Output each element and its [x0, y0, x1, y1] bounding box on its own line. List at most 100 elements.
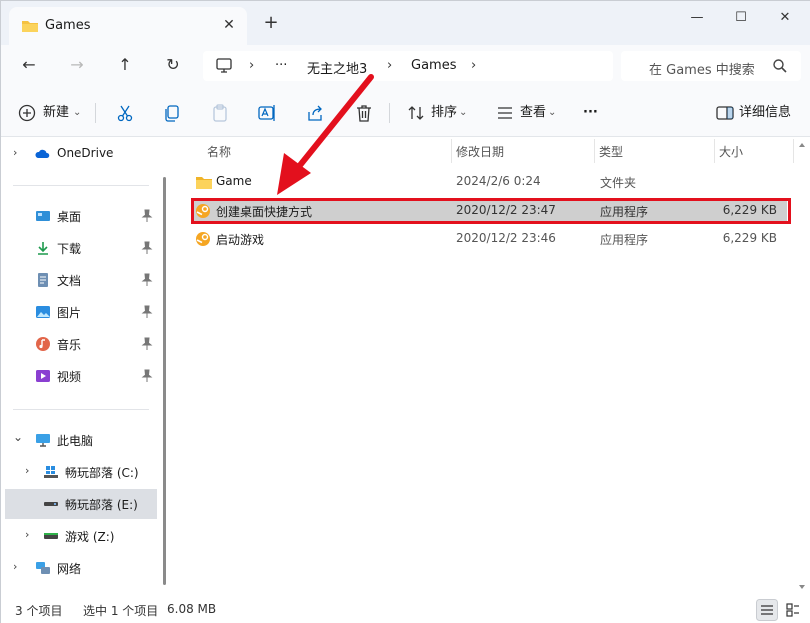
sidebar-item-this-pc[interactable]: ⌄ 此电脑 — [1, 425, 161, 455]
pin-icon[interactable] — [141, 305, 153, 319]
chevron-right-icon: › — [471, 58, 477, 73]
view-icon — [498, 107, 512, 119]
sidebar-item-network[interactable]: › 网络 — [1, 553, 161, 583]
column-divider[interactable] — [793, 139, 794, 163]
table-row[interactable]: 启动游戏 2020/12/2 23:46 应用程序 6,229 KB — [191, 227, 787, 251]
document-icon — [38, 273, 48, 287]
search-input[interactable]: 在 Games 中搜索 — [649, 59, 755, 78]
chevron-right-icon[interactable]: › — [13, 560, 17, 573]
sidebar-item-music[interactable]: 音乐 — [1, 329, 161, 359]
chevron-right-icon: › — [249, 58, 255, 73]
search-icon — [773, 59, 787, 73]
column-divider[interactable] — [714, 139, 715, 163]
sidebar-item-label: 游戏 (Z:) — [65, 530, 115, 544]
address-bar[interactable]: › ··· 无主之地3 › Games › — [203, 51, 613, 81]
copy-icon[interactable] — [162, 103, 182, 123]
maximize-button[interactable]: ☐ — [721, 7, 761, 29]
divider — [13, 185, 149, 186]
tiles-view-icon[interactable] — [782, 599, 804, 621]
desktop-icon — [36, 211, 50, 221]
delete-icon[interactable] — [354, 103, 374, 123]
view-button[interactable]: 查看 — [520, 101, 546, 125]
details-view-icon[interactable] — [756, 599, 778, 621]
paste-icon[interactable] — [210, 103, 230, 123]
sidebar-item-label: 音乐 — [57, 338, 82, 352]
item-count: 3 个项目 — [15, 604, 63, 618]
sidebar-item-label: 网络 — [57, 562, 82, 576]
pin-icon[interactable] — [141, 209, 153, 223]
sidebar-item-label: 下载 — [57, 242, 82, 256]
close-window-button[interactable]: ✕ — [765, 7, 805, 29]
rename-icon[interactable] — [257, 103, 277, 123]
sidebar-item-label: 此电脑 — [57, 434, 94, 448]
breadcrumb-borderlands3[interactable]: 无主之地3 — [307, 58, 367, 77]
monitor-icon — [216, 58, 232, 73]
chevron-right-icon[interactable]: › — [13, 146, 17, 159]
new-tab-button[interactable]: + — [261, 13, 281, 33]
file-date: 2020/12/2 23:46 — [456, 231, 556, 245]
music-icon — [36, 337, 50, 351]
more-options-button[interactable]: ··· — [583, 101, 598, 125]
forward-button[interactable]: → — [63, 53, 91, 77]
file-type: 应用程序 — [600, 233, 649, 247]
file-size: 6,229 KB — [722, 231, 777, 245]
navigation-bar: ← → ↑ ↻ › ··· 无主之地3 › Games › 在 Games 中搜… — [1, 45, 810, 87]
column-divider[interactable] — [451, 139, 452, 163]
chevron-right-icon[interactable]: › — [25, 528, 29, 541]
back-button[interactable]: ← — [15, 53, 43, 77]
video-icon — [36, 370, 50, 382]
windows-drive-icon — [44, 466, 58, 478]
minimize-button[interactable]: — — [677, 7, 717, 29]
close-tab-icon[interactable]: ✕ — [219, 15, 239, 35]
sidebar-item-drive-e[interactable]: 畅玩部落 (E:) — [5, 489, 157, 519]
title-bar: Games ✕ + — ☐ ✕ — [1, 1, 810, 45]
file-explorer-window: Games ✕ + — ☐ ✕ ← → ↑ ↻ › ··· 无主之地3 › Ga… — [0, 0, 810, 623]
pin-icon[interactable] — [141, 273, 153, 287]
sidebar-item-desktop[interactable]: 桌面 — [1, 201, 161, 231]
column-header-date[interactable]: 修改日期 — [456, 143, 504, 160]
monitor-icon — [36, 434, 50, 447]
pictures-icon — [36, 306, 50, 318]
sidebar-item-onedrive[interactable]: › OneDrive — [1, 139, 161, 169]
chevron-down-icon[interactable]: ⌄ — [13, 430, 23, 444]
sidebar-scrollbar[interactable] — [163, 177, 166, 585]
chevron-right-icon[interactable]: › — [25, 464, 29, 477]
content-scrollbar[interactable] — [795, 137, 809, 597]
search-box[interactable]: 在 Games 中搜索 — [621, 51, 801, 81]
selection-count: 选中 1 个项目 — [83, 604, 159, 618]
sidebar-item-drive-c[interactable]: › 畅玩部落 (C:) — [1, 457, 161, 487]
new-button[interactable]: 新建 — [43, 101, 69, 125]
sidebar-item-downloads[interactable]: 下载 — [1, 233, 161, 263]
drive-icon — [44, 502, 58, 506]
folder-icon — [196, 177, 212, 189]
pin-icon[interactable] — [141, 369, 153, 383]
table-row[interactable]: Game 2024/2/6 0:24 文件夹 — [191, 170, 787, 194]
new-plus-icon — [18, 104, 36, 122]
navigation-pane: › OneDrive 桌面 下载 文档 图片 音乐 视频 ⌄ 此电脑 › 畅玩部… — [1, 137, 173, 597]
sidebar-item-videos[interactable]: 视频 — [1, 361, 161, 391]
up-button[interactable]: ↑ — [111, 53, 139, 77]
column-divider[interactable] — [594, 139, 595, 163]
sidebar-item-drive-z[interactable]: › 游戏 (Z:) — [1, 521, 161, 551]
file-type: 文件夹 — [600, 176, 637, 190]
tab-games[interactable]: Games ✕ — [9, 7, 247, 45]
cut-icon[interactable] — [115, 103, 135, 123]
breadcrumb-games[interactable]: Games — [411, 58, 456, 73]
share-icon[interactable] — [305, 103, 325, 123]
column-header-type[interactable]: 类型 — [599, 143, 623, 160]
file-name: Game — [216, 174, 252, 188]
sort-button[interactable]: 排序 — [431, 101, 457, 125]
pin-icon[interactable] — [141, 337, 153, 351]
sidebar-item-label: 文档 — [57, 274, 82, 288]
sidebar-item-pictures[interactable]: 图片 — [1, 297, 161, 327]
sidebar-item-documents[interactable]: 文档 — [1, 265, 161, 295]
command-bar: 新建 ⌄ 排序 ⌄ 查看 ⌄ ··· 详细信息 — [1, 87, 810, 137]
details-button[interactable]: 详细信息 — [739, 101, 791, 125]
column-header-name[interactable]: 名称 — [207, 143, 231, 160]
refresh-button[interactable]: ↻ — [159, 53, 187, 77]
sidebar-item-label: 畅玩部落 (E:) — [65, 498, 138, 512]
pin-icon[interactable] — [141, 241, 153, 255]
column-header-size[interactable]: 大小 — [719, 143, 743, 160]
sidebar-item-label: 图片 — [57, 306, 82, 320]
breadcrumb-ellipsis[interactable]: ··· — [275, 58, 287, 73]
